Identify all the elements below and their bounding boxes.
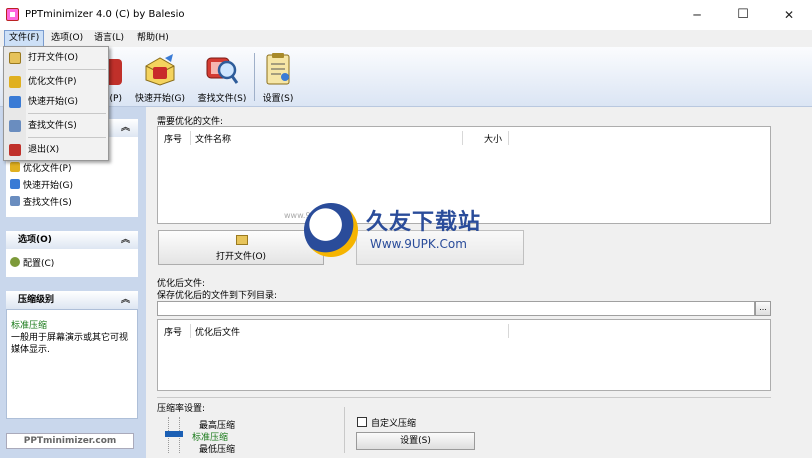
save-to-directory-label: 保存优化后的文件到下列目录: bbox=[157, 291, 278, 301]
quickstart-icon bbox=[143, 52, 177, 86]
menu-help[interactable]: 帮助(H) bbox=[133, 30, 173, 47]
column-separator bbox=[190, 324, 191, 338]
search-icon bbox=[9, 120, 21, 132]
quickstart-icon bbox=[9, 96, 21, 108]
menu-language[interactable]: 语言(L) bbox=[90, 30, 128, 47]
column-header-index[interactable]: 序号 bbox=[164, 132, 182, 145]
menu-separator bbox=[28, 137, 106, 138]
file-menu-find[interactable]: 查找文件(S) bbox=[28, 117, 77, 135]
task-find-files[interactable]: 查找文件(S) bbox=[10, 196, 72, 209]
options-configure[interactable]: 配置(C) bbox=[10, 257, 54, 270]
custom-compression-label: 自定义压缩 bbox=[371, 419, 417, 429]
folder-open-icon bbox=[9, 52, 21, 64]
custom-compression-checkbox[interactable] bbox=[357, 417, 367, 427]
menu-separator bbox=[28, 69, 106, 70]
lightning-icon bbox=[9, 76, 21, 88]
settings-icon bbox=[261, 52, 295, 86]
folder-open-icon bbox=[236, 235, 248, 245]
toolbar-find-button[interactable]: 查找文件(S) bbox=[194, 49, 250, 105]
toolbar: 件(P) 快速开始(G) 查找文件(S) 设置(S) bbox=[0, 47, 812, 107]
open-file-button[interactable]: 打开文件(O) bbox=[158, 230, 324, 265]
quickstart-small-icon bbox=[10, 179, 20, 189]
toolbar-find-label: 查找文件(S) bbox=[197, 94, 247, 104]
search-small-icon bbox=[10, 196, 20, 206]
collapse-chevron-icon: ︽ bbox=[120, 295, 130, 305]
menu-separator bbox=[28, 113, 106, 114]
section-divider bbox=[157, 397, 771, 398]
menu-options[interactable]: 选项(O) bbox=[47, 30, 87, 47]
collapse-chevron-icon: ︽ bbox=[120, 235, 130, 245]
menu-file[interactable]: 文件(F) bbox=[4, 30, 45, 47]
column-header-index[interactable]: 序号 bbox=[164, 325, 182, 338]
vertical-divider bbox=[344, 407, 345, 453]
column-separator bbox=[508, 324, 509, 338]
file-menu-exit[interactable]: 退出(X) bbox=[28, 141, 59, 159]
column-separator bbox=[190, 131, 191, 145]
file-menu-open[interactable]: 打开文件(O) bbox=[28, 49, 78, 67]
watermark-url: Www.9UPK.Com bbox=[370, 237, 467, 251]
compression-level-name: 标准压缩 bbox=[11, 321, 48, 331]
toolbar-quickstart-label: 快速开始(G) bbox=[135, 94, 185, 104]
compression-settings-label: 压缩率设置: bbox=[157, 404, 206, 414]
close-button[interactable]: ✕ bbox=[766, 0, 812, 30]
column-header-filename[interactable]: 文件名称 bbox=[195, 132, 231, 145]
menu-bar: 文件(F) 选项(O) 语言(L) 帮助(H) bbox=[0, 30, 812, 47]
collapse-chevron-icon: ︽ bbox=[120, 123, 130, 133]
app-icon bbox=[6, 8, 19, 21]
toolbar-quickstart-button[interactable]: 快速开始(G) bbox=[132, 49, 188, 105]
level-lowest-label: 最低压缩 bbox=[199, 445, 236, 455]
main-area: 需要优化的文件: 序号 文件名称 大小 打开文件(O) www.9UPK.com… bbox=[146, 107, 812, 458]
pptminimizer-logo[interactable]: PPTminimizer.com bbox=[6, 433, 134, 449]
column-header-optimized-file[interactable]: 优化后文件 bbox=[195, 325, 240, 338]
compression-settings-button[interactable]: 设置(S) bbox=[356, 432, 475, 450]
browse-directory-button[interactable]: ... bbox=[755, 301, 771, 316]
compression-slider-thumb[interactable] bbox=[165, 431, 183, 437]
watermark-logo bbox=[304, 203, 358, 257]
lightning-icon bbox=[10, 162, 20, 172]
compression-group-header[interactable]: 压缩级别 ︽ bbox=[6, 291, 138, 309]
toolbar-separator bbox=[254, 53, 255, 101]
options-group-header[interactable]: 选项(O) ︽ bbox=[6, 231, 138, 249]
file-menu-quickstart[interactable]: 快速开始(G) bbox=[28, 93, 78, 111]
gear-icon bbox=[10, 257, 20, 267]
title-bar: PPTminimizer 4.0 (C) by Balesio ─ ☐ ✕ bbox=[0, 0, 812, 30]
output-directory-input[interactable] bbox=[157, 301, 755, 316]
column-separator bbox=[462, 131, 463, 145]
column-header-size[interactable]: 大小 bbox=[484, 132, 502, 145]
toolbar-settings-label: 设置(S) bbox=[262, 94, 294, 104]
find-files-icon bbox=[205, 52, 239, 86]
task-quickstart[interactable]: 快速开始(G) bbox=[10, 179, 73, 192]
window-title: PPTminimizer 4.0 (C) by Balesio bbox=[25, 9, 185, 20]
file-menu-dropdown: 打开文件(O) 优化文件(P) 快速开始(G) 查找文件(S) 退出(X) bbox=[3, 46, 109, 161]
watermark-name: 久友下载站 bbox=[366, 210, 482, 235]
maximize-button[interactable]: ☐ bbox=[720, 0, 766, 30]
exit-icon bbox=[9, 144, 21, 156]
options-group-body: 配置(C) bbox=[6, 249, 138, 277]
output-file-list[interactable]: 序号 优化后文件 bbox=[157, 319, 771, 391]
task-optimize-files[interactable]: 优化文件(P) bbox=[10, 162, 71, 175]
toolbar-settings-button[interactable]: 设置(S) bbox=[258, 49, 298, 105]
compression-slider-track[interactable] bbox=[165, 417, 183, 453]
compression-group-body: 标准压缩 一般用于屏幕演示或其它可视媒体显示. bbox=[6, 309, 138, 419]
minimize-button[interactable]: ─ bbox=[674, 0, 720, 30]
watermark-small-url: www.9UPK.com bbox=[284, 211, 346, 223]
file-menu-optimize[interactable]: 优化文件(P) bbox=[28, 73, 76, 91]
compression-level-description: 一般用于屏幕演示或其它可视媒体显示. bbox=[11, 333, 129, 355]
column-separator bbox=[508, 131, 509, 145]
